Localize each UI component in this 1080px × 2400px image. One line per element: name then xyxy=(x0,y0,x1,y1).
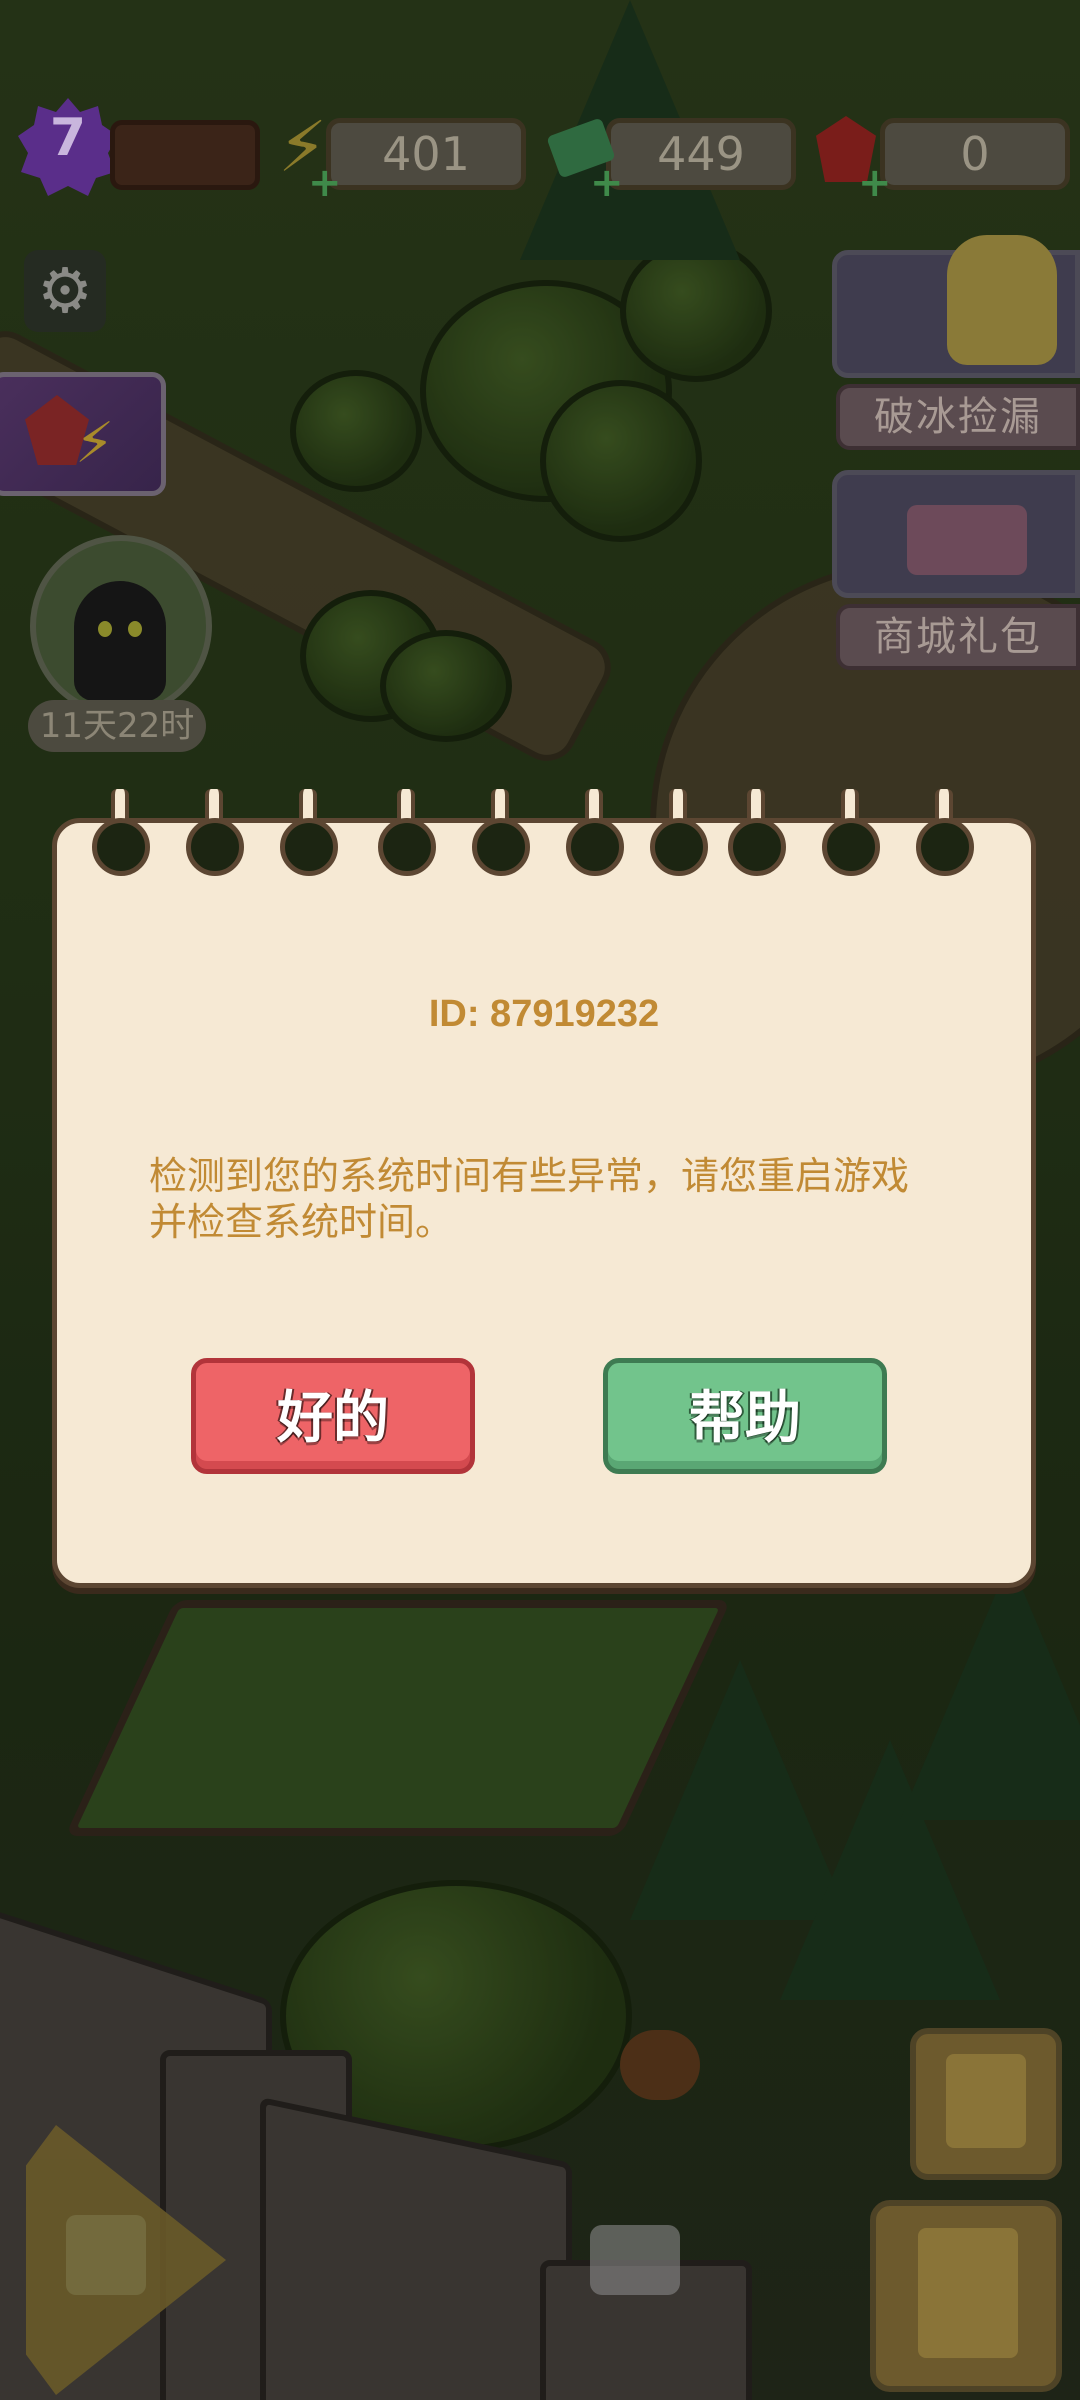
notebook-ring xyxy=(650,818,708,876)
cash-counter: 449 xyxy=(606,118,796,190)
add-energy-button[interactable]: + xyxy=(308,160,342,206)
help-button[interactable]: 帮助 xyxy=(603,1358,887,1474)
gem-counter: 0 xyxy=(880,118,1070,190)
task-list-button[interactable] xyxy=(870,2200,1062,2392)
board-icon xyxy=(66,2215,146,2295)
notebook-ring xyxy=(472,818,530,876)
ice-breaker-event-button[interactable] xyxy=(832,235,1080,378)
black-cat-icon xyxy=(74,581,166,701)
ok-button[interactable]: 好的 xyxy=(191,1358,475,1474)
energy-counter: 401 xyxy=(326,118,526,190)
event-timer: 11天22时 xyxy=(28,700,206,752)
notebook-ring xyxy=(92,818,150,876)
shop-pack-button[interactable] xyxy=(832,470,1080,598)
dialog-message: 检测到您的系统时间有些异常，请您重启游戏并检查系统时间。 xyxy=(149,1154,910,1244)
system-time-warning-dialog: ID: 87919232 检测到您的系统时间有些异常，请您重启游戏并检查系统时间… xyxy=(52,789,1036,1588)
notebook-ring xyxy=(186,818,244,876)
ice-breaker-event-label: 破冰捡漏 xyxy=(836,384,1080,450)
notebook-ring xyxy=(566,818,624,876)
black-cat-event-button[interactable] xyxy=(30,535,212,717)
player-level: 7 xyxy=(49,108,87,168)
add-gems-button[interactable]: + xyxy=(858,160,892,206)
player-id: ID: 87919232 xyxy=(428,993,660,1035)
gift-icon xyxy=(907,505,1027,575)
collection-book-button[interactable] xyxy=(910,2028,1062,2180)
gear-icon: ⚙ xyxy=(37,254,93,327)
add-cash-button[interactable]: + xyxy=(590,160,624,206)
notebook-ring xyxy=(378,818,436,876)
clipboard-icon xyxy=(918,2228,1018,2358)
gem-energy-offer-button[interactable]: ⚡ xyxy=(0,372,166,496)
player-level-badge[interactable]: 7 xyxy=(18,98,118,208)
notebook-ring xyxy=(916,818,974,876)
book-icon xyxy=(946,2054,1026,2148)
shop-pack-label: 商城礼包 xyxy=(836,604,1080,670)
lightning-icon: ⚡ xyxy=(75,411,115,476)
notebook-ring xyxy=(728,818,786,876)
notebook-ring xyxy=(822,818,880,876)
xp-progress-bar xyxy=(110,120,260,190)
settings-button[interactable]: ⚙ xyxy=(24,250,106,332)
character-icon xyxy=(947,235,1057,365)
notebook-ring xyxy=(280,818,338,876)
